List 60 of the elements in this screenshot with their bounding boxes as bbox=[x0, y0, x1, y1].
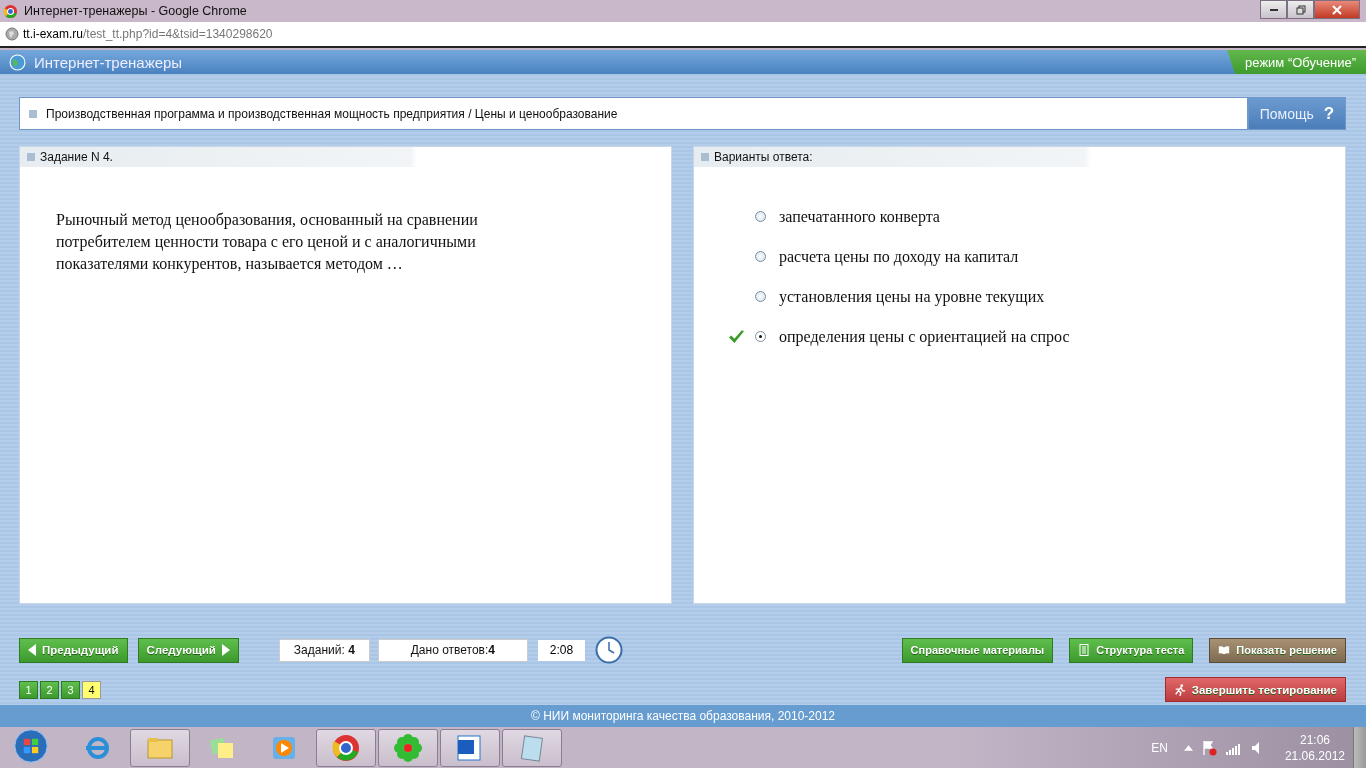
timer: 2:08 bbox=[537, 639, 586, 661]
app-title: Интернет-тренажеры bbox=[34, 53, 183, 71]
previous-button[interactable]: Предыдущий bbox=[19, 637, 128, 663]
structure-button[interactable]: Структура теста bbox=[1069, 637, 1194, 663]
show-hidden-icons-icon[interactable] bbox=[1183, 744, 1193, 751]
url-path: /test_tt.php?id=4&tsid=1340298620 bbox=[83, 27, 273, 41]
solution-button[interactable]: Показать решение bbox=[1209, 637, 1346, 663]
page-number-button[interactable]: 4 bbox=[82, 681, 101, 699]
answer-option-text[interactable]: установления цены на уровне текущих bbox=[779, 287, 1045, 306]
restore-icon bbox=[1295, 4, 1306, 15]
footer-text: © НИИ мониторинга качества образования, 2010-2012 bbox=[0, 705, 1366, 727]
answer-option-text[interactable]: определения цены с ориентацией на спрос bbox=[779, 327, 1070, 346]
notepad-taskbar-icon[interactable] bbox=[502, 728, 562, 767]
question-text: Рыночный метод ценообразования, основанный на сравнении потребителем ценности товара с его ценой и с аналогичными показателями конкурентов, называется методом … bbox=[56, 210, 479, 275]
globe-icon bbox=[9, 53, 26, 71]
breadcrumb-text: Производственная программа и производственная мощность предприятия / Цены и ценообразование bbox=[46, 106, 618, 121]
answer-option-text[interactable]: расчета цены по доходу на капитал bbox=[779, 247, 1019, 266]
minimize-button[interactable] bbox=[1260, 0, 1287, 19]
restore-button[interactable] bbox=[1287, 0, 1314, 19]
window-title: Интернет-тренажеры - Google Chrome bbox=[24, 4, 247, 18]
right-triangle-icon bbox=[221, 644, 230, 656]
close-button[interactable] bbox=[1314, 0, 1360, 19]
minimize-icon bbox=[1269, 8, 1278, 11]
running-person-icon bbox=[1173, 683, 1186, 696]
page-number-button[interactable]: 3 bbox=[61, 681, 80, 699]
chrome-taskbar-icon[interactable] bbox=[316, 728, 376, 767]
page-number-button[interactable]: 2 bbox=[40, 681, 59, 699]
close-icon bbox=[1332, 4, 1342, 15]
folder-taskbar-icon[interactable] bbox=[130, 728, 190, 767]
word-taskbar-icon[interactable] bbox=[440, 728, 500, 767]
clock-icon bbox=[595, 636, 624, 664]
language-indicator[interactable]: EN bbox=[1151, 740, 1168, 755]
address-bar[interactable]: tt.i-exam.ru/test_tt.php?id=4&tsid=1340298620 bbox=[0, 22, 1366, 48]
reference-button[interactable]: Справочные материалы bbox=[901, 637, 1054, 663]
left-triangle-icon bbox=[28, 644, 36, 656]
next-button[interactable]: Следующий bbox=[137, 637, 239, 663]
system-clock[interactable]: 21:06 21.06.2012 bbox=[1284, 731, 1345, 764]
page-number-button[interactable]: 1 bbox=[19, 681, 38, 699]
radio-button[interactable] bbox=[755, 251, 766, 262]
finish-button[interactable]: Завершить тестирование bbox=[1164, 677, 1346, 702]
answer-option-text[interactable]: запечатанного конверта bbox=[779, 207, 940, 226]
globe-icon bbox=[5, 27, 19, 41]
help-button[interactable]: Помощь ? bbox=[1248, 97, 1346, 130]
task-heading: Задание N 4. bbox=[40, 150, 113, 164]
show-desktop-button[interactable] bbox=[1353, 727, 1366, 768]
radio-button[interactable] bbox=[755, 211, 766, 222]
counter-field: Заданий: 4 bbox=[278, 638, 370, 662]
square-icon bbox=[29, 109, 37, 118]
answers-heading: Варианты ответа: bbox=[714, 150, 813, 164]
book-icon bbox=[1218, 644, 1231, 656]
square-icon bbox=[701, 153, 709, 161]
flower-taskbar-icon[interactable] bbox=[378, 728, 438, 767]
radio-button[interactable] bbox=[755, 291, 766, 302]
square-icon bbox=[27, 153, 35, 161]
url-domain: tt.i-exam.ru bbox=[23, 27, 83, 41]
counter-field: Дано ответов:4 bbox=[377, 638, 528, 662]
flag-alert-icon[interactable] bbox=[1200, 739, 1217, 756]
browser-logo-icon bbox=[3, 3, 18, 19]
document-icon bbox=[1078, 644, 1091, 656]
radio-button[interactable] bbox=[755, 331, 766, 342]
